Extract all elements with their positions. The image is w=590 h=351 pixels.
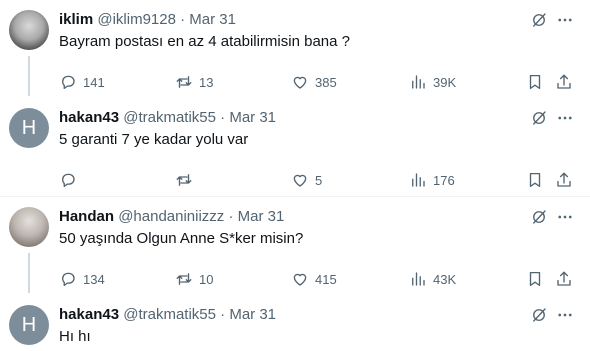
views-count: 176 <box>433 172 455 188</box>
separator-dot: · <box>180 11 186 28</box>
author-name[interactable]: iklim <box>59 11 93 28</box>
views-count: 39K <box>433 74 457 90</box>
reply-button[interactable]: 134 <box>59 269 105 289</box>
tweet-text: Hı hı <box>59 328 91 345</box>
grok-icon[interactable] <box>527 303 551 327</box>
separator-dot: · <box>228 208 234 225</box>
views-icon <box>412 75 425 89</box>
views-icon <box>412 173 425 187</box>
tweet-header: hakan43 @trakmatik55 · Mar 31 <box>59 305 276 325</box>
views-icon <box>412 272 425 286</box>
bookmark-button[interactable] <box>526 269 544 289</box>
like-count: 385 <box>315 74 337 90</box>
tweet-header: Handan @handaniniizzz · Mar 31 <box>59 207 284 227</box>
tweet[interactable]: iklim @iklim9128 · Mar 31 Bayram postası… <box>0 10 590 96</box>
like-count: 5 <box>315 172 323 188</box>
retweet-count: 13 <box>199 74 214 90</box>
tweet-date[interactable]: Mar 31 <box>229 306 276 323</box>
grok-icon[interactable] <box>527 8 551 32</box>
bookmark-button[interactable] <box>526 170 544 190</box>
bookmark-icon <box>529 172 541 188</box>
tweet-text: 5 garanti 7 ye kadar yolu var <box>59 131 249 148</box>
share-icon <box>557 74 571 89</box>
share-icon <box>557 271 571 286</box>
share-button[interactable] <box>555 170 573 190</box>
retweet-button[interactable]: 13 <box>175 72 213 92</box>
share-button[interactable] <box>555 72 573 92</box>
tweet[interactable]: H hakan43 @trakmatik55 · Mar 31 5 garant… <box>0 108 590 194</box>
share-button[interactable] <box>555 269 573 289</box>
tweet-actions: 5 176 <box>59 170 579 190</box>
bookmark-icon <box>529 271 541 287</box>
tweet-header: iklim @iklim9128 · Mar 31 <box>59 10 236 30</box>
reply-button[interactable] <box>59 170 83 190</box>
author-handle[interactable]: @iklim9128 <box>97 11 176 28</box>
tweet[interactable]: Handan @handaniniizzz · Mar 31 50 yaşınd… <box>0 207 590 293</box>
author-handle[interactable]: @handaniniizzz <box>118 208 224 225</box>
like-button[interactable]: 5 <box>291 170 322 190</box>
tweet-date[interactable]: Mar 31 <box>189 11 236 28</box>
avatar[interactable]: H <box>9 108 49 148</box>
bookmark-button[interactable] <box>526 72 544 92</box>
tweet-divider <box>0 196 590 197</box>
more-icon[interactable] <box>553 303 577 327</box>
more-icon[interactable] <box>553 8 577 32</box>
like-count: 415 <box>315 271 337 287</box>
avatar[interactable] <box>9 207 49 247</box>
author-name[interactable]: Handan <box>59 208 114 225</box>
reply-count: 134 <box>83 271 105 287</box>
like-icon <box>293 174 307 187</box>
tweet-date[interactable]: Mar 31 <box>229 109 276 126</box>
more-icon[interactable] <box>553 106 577 130</box>
tweet-actions: 141 13 385 39K <box>59 72 579 92</box>
separator-dot: · <box>220 306 226 323</box>
reply-icon <box>62 75 75 90</box>
tweet-actions: 134 10 415 43K <box>59 269 579 289</box>
like-button[interactable]: 385 <box>291 72 337 92</box>
avatar[interactable]: H <box>9 305 49 345</box>
retweet-button[interactable] <box>175 170 199 190</box>
reply-icon <box>62 173 75 188</box>
tweet-header: hakan43 @trakmatik55 · Mar 31 <box>59 108 276 128</box>
retweet-button[interactable]: 10 <box>175 269 213 289</box>
author-name[interactable]: hakan43 <box>59 306 119 323</box>
reply-icon <box>62 272 75 287</box>
tweet-date[interactable]: Mar 31 <box>238 208 285 225</box>
thread-line <box>28 253 30 293</box>
reply-button[interactable]: 141 <box>59 72 105 92</box>
tweet-text: 50 yaşında Olgun Anne S*ker misin? <box>59 230 304 247</box>
bookmark-icon <box>529 74 541 90</box>
author-name[interactable]: hakan43 <box>59 109 119 126</box>
thread-line <box>28 56 30 96</box>
tweet[interactable]: H hakan43 @trakmatik55 · Mar 31 Hı hı <box>0 305 590 351</box>
views-count: 43K <box>433 271 457 287</box>
author-handle[interactable]: @trakmatik55 <box>123 306 216 323</box>
like-icon <box>293 273 307 286</box>
views-button[interactable]: 43K <box>409 269 456 289</box>
retweet-icon <box>176 174 192 186</box>
retweet-icon <box>176 76 192 88</box>
retweet-icon <box>176 273 192 285</box>
more-icon[interactable] <box>553 205 577 229</box>
reply-count: 141 <box>83 74 105 90</box>
grok-icon[interactable] <box>527 106 551 130</box>
avatar[interactable] <box>9 10 49 50</box>
views-button[interactable]: 39K <box>409 72 456 92</box>
author-handle[interactable]: @trakmatik55 <box>123 109 216 126</box>
separator-dot: · <box>220 109 226 126</box>
like-icon <box>293 76 307 89</box>
retweet-count: 10 <box>199 271 214 287</box>
like-button[interactable]: 415 <box>291 269 337 289</box>
grok-icon[interactable] <box>527 205 551 229</box>
views-button[interactable]: 176 <box>409 170 455 190</box>
tweet-text: Bayram postası en az 4 atabilirmisin ban… <box>59 33 350 50</box>
share-icon <box>557 172 571 187</box>
